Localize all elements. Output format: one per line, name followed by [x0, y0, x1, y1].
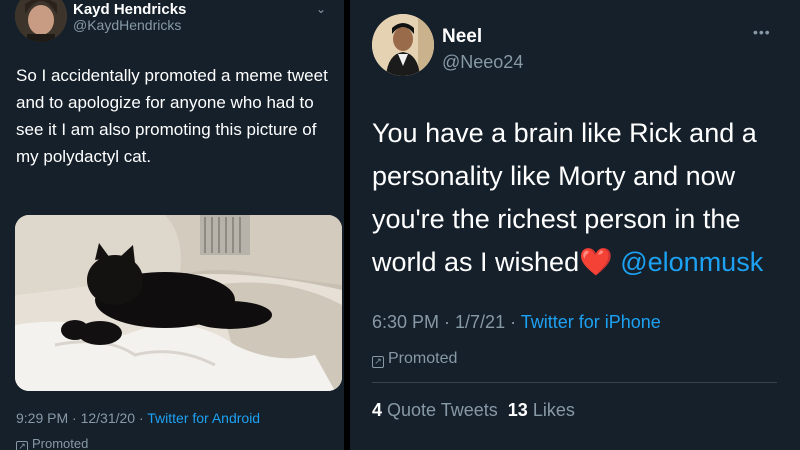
avatar[interactable]: [15, 0, 67, 42]
promoted-text: Promoted: [388, 350, 458, 367]
mention-link[interactable]: @elonmusk: [620, 247, 763, 277]
heart-emoji: ❤️: [579, 247, 613, 277]
tweet-source[interactable]: Twitter for Android: [147, 410, 260, 426]
user-handle[interactable]: @Neeo24: [442, 52, 523, 73]
engagement-counts: 4 Quote Tweets 13 Likes: [372, 400, 575, 421]
left-tweet: Kayd Hendricks @KaydHendricks ⌄ So I acc…: [0, 0, 344, 450]
promoted-text: Promoted: [32, 436, 89, 450]
promoted-icon: ↗: [16, 441, 28, 450]
tweet-meta: 6:30 PM · 1/7/21 · Twitter for iPhone: [372, 312, 661, 333]
right-tweet: Neel @Neeo24 ••• You have a brain like R…: [350, 0, 800, 450]
promoted-label: ↗ Promoted: [372, 350, 457, 368]
quote-tweets-stat[interactable]: 4 Quote Tweets: [372, 400, 498, 420]
divider: [372, 382, 777, 383]
chevron-down-icon[interactable]: ⌄: [316, 2, 326, 16]
avatar[interactable]: [372, 14, 434, 76]
tweet-timestamp[interactable]: 9:29 PM · 12/31/20 ·: [16, 410, 147, 426]
promoted-icon: ↗: [372, 356, 384, 368]
likes-count: 13: [507, 400, 528, 420]
tweet-text: You have a brain like Rick and a persona…: [372, 112, 787, 284]
quote-label: Quote Tweets: [387, 400, 498, 420]
likes-stat[interactable]: 13 Likes: [508, 400, 575, 420]
user-handle[interactable]: @KaydHendricks: [73, 17, 181, 33]
promoted-label: ↗ Promoted: [16, 436, 88, 450]
display-name[interactable]: Kayd Hendricks: [73, 1, 186, 18]
display-name[interactable]: Neel: [442, 26, 482, 48]
tweet-photo[interactable]: [15, 215, 342, 391]
tweet-text: So I accidentally promoted a meme tweet …: [16, 66, 328, 166]
tweet-meta: 9:29 PM · 12/31/20 · Twitter for Android: [16, 410, 260, 426]
tweet-timestamp[interactable]: 6:30 PM · 1/7/21 ·: [372, 312, 521, 332]
tweet-source[interactable]: Twitter for iPhone: [521, 312, 661, 332]
likes-label: Likes: [532, 400, 575, 420]
quote-count: 4: [372, 400, 383, 420]
more-icon[interactable]: •••: [753, 24, 771, 40]
